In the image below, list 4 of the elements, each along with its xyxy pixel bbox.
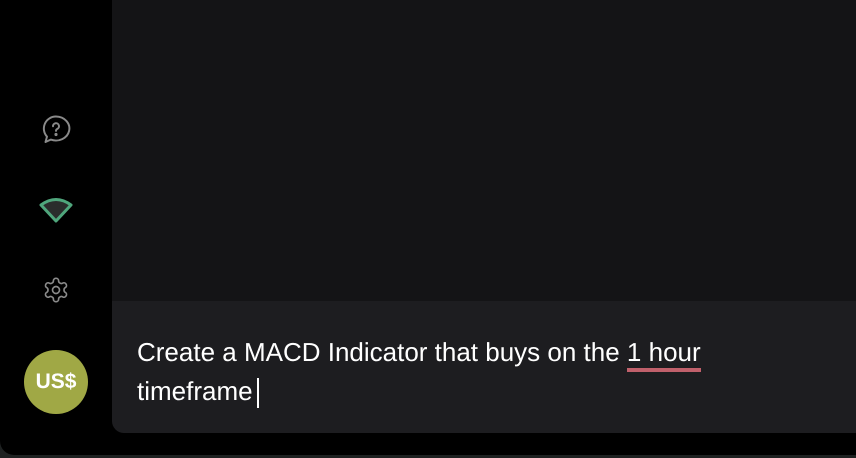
settings-icon[interactable] — [42, 276, 70, 304]
wedge-icon[interactable] — [38, 196, 74, 224]
prompt-field[interactable]: Create a MACD Indicator that buys on the 1 hour timeframe — [112, 301, 856, 433]
prompt-text: Create a MACD Indicator that buys on the 1 hour timeframe — [137, 333, 727, 411]
